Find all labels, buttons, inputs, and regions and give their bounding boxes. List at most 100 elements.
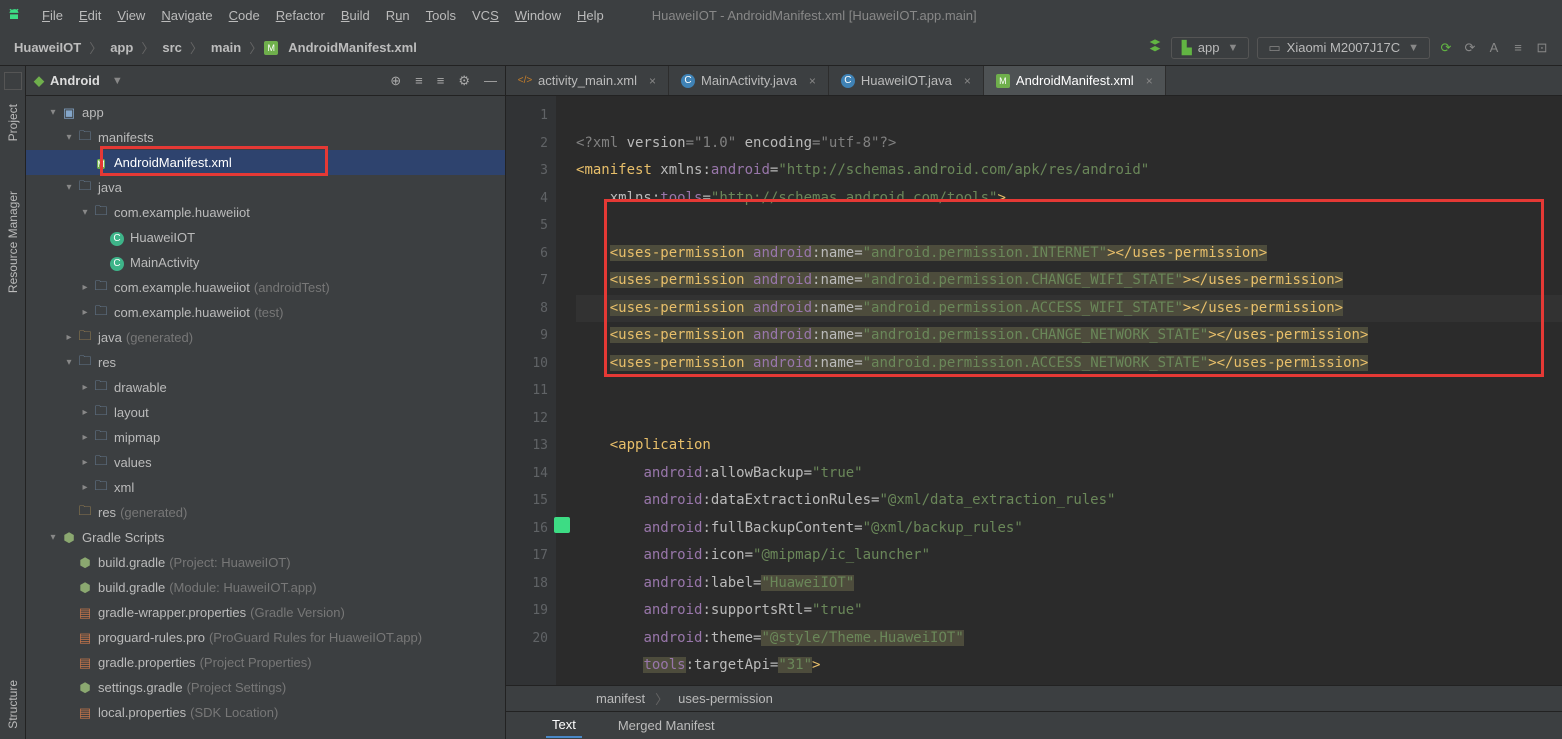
code-token: "@xml/data_extraction_rules": [879, 492, 1115, 508]
menu-build[interactable]: Build: [333, 4, 378, 27]
tree-node-class-mainactivity[interactable]: CMainActivity: [26, 250, 505, 275]
collapse-all-icon[interactable]: ≡: [437, 73, 445, 89]
hide-icon[interactable]: —: [484, 73, 497, 89]
properties-file-icon: ▤: [76, 605, 94, 621]
apply-code-icon[interactable]: A: [1482, 40, 1506, 55]
code-token: name: [820, 272, 854, 288]
sub-tab-text[interactable]: Text: [546, 713, 582, 738]
close-tab-icon[interactable]: ×: [1146, 74, 1153, 88]
tree-node-manifests[interactable]: ▾🗀manifests: [26, 125, 505, 150]
tree-node-package-test[interactable]: ▸🗀com.example.huaweiiot(test): [26, 300, 505, 325]
tree-node-gradle-scripts[interactable]: ▾⬢Gradle Scripts: [26, 525, 505, 550]
code-token: ></uses-permission>: [1183, 300, 1343, 316]
menu-refactor[interactable]: Refactor: [268, 4, 333, 27]
breadcrumb-item[interactable]: uses-permission: [678, 691, 773, 706]
code-token: android: [643, 520, 702, 536]
tree-node-settings-gradle[interactable]: ⬢settings.gradle(Project Settings): [26, 675, 505, 700]
tree-node-values[interactable]: ▸🗀values: [26, 450, 505, 475]
tree-label: proguard-rules.pro: [98, 630, 205, 645]
breadcrumb-item[interactable]: manifest: [596, 691, 645, 706]
tree-node-local-properties[interactable]: ▤local.properties(SDK Location): [26, 700, 505, 725]
menu-tools[interactable]: Tools: [418, 4, 464, 27]
tree-node-gradle-wrapper[interactable]: ▤gradle-wrapper.properties(Gradle Versio…: [26, 600, 505, 625]
close-tab-icon[interactable]: ×: [809, 74, 816, 88]
menu-edit[interactable]: Edit: [71, 4, 109, 27]
menu-vcs[interactable]: VCS: [464, 4, 507, 27]
java-file-icon: C: [841, 74, 855, 88]
tree-node-mipmap[interactable]: ▸🗀mipmap: [26, 425, 505, 450]
resource-manager-tab[interactable]: Resource Manager: [3, 181, 23, 303]
tree-node-gradle-properties[interactable]: ▤gradle.properties(Project Properties): [26, 650, 505, 675]
code-token: xmlns:: [610, 190, 661, 206]
apply-changes-icon[interactable]: ⟳: [1458, 40, 1482, 56]
crumb-app[interactable]: app: [104, 38, 139, 57]
run-button-icon[interactable]: ⟳: [1434, 40, 1458, 56]
tree-node-xml[interactable]: ▸🗀xml: [26, 475, 505, 500]
menu-window[interactable]: Window: [507, 4, 569, 27]
project-tool-tab[interactable]: Project: [3, 94, 23, 151]
tree-node-layout[interactable]: ▸🗀layout: [26, 400, 505, 425]
close-tab-icon[interactable]: ×: [964, 74, 971, 88]
menu-run[interactable]: Run: [378, 4, 418, 27]
properties-file-icon: ▤: [76, 705, 94, 721]
device-selector[interactable]: ▭ Xiaomi M2007J17C ▼: [1257, 37, 1430, 59]
folder-icon: 🗀: [92, 427, 110, 449]
tree-node-manifest-file[interactable]: MAndroidManifest.xml: [26, 150, 505, 175]
folder-icon: 🗀: [76, 352, 94, 374]
code-area[interactable]: <?xml version="1.0" encoding="utf-8"?> <…: [556, 96, 1562, 685]
folder-icon: 🗀: [92, 452, 110, 474]
expand-all-icon[interactable]: ≡: [415, 73, 423, 89]
device-name: Xiaomi M2007J17C: [1287, 40, 1400, 55]
tree-label: java: [98, 330, 122, 345]
tree-node-java[interactable]: ▾🗀java: [26, 175, 505, 200]
tree-node-package-androidtest[interactable]: ▸🗀com.example.huaweiiot(androidTest): [26, 275, 505, 300]
make-project-icon[interactable]: [1143, 38, 1167, 57]
menu-navigate[interactable]: Navigate: [153, 4, 220, 27]
tree-node-res-generated[interactable]: 🗀res(generated): [26, 500, 505, 525]
crumb-project[interactable]: HuaweiIOT: [8, 38, 87, 57]
crumb-src[interactable]: src: [156, 38, 188, 57]
project-tool-icon[interactable]: [4, 72, 22, 90]
tree-node-build-gradle-project[interactable]: ⬢build.gradle(Project: HuaweiIOT): [26, 550, 505, 575]
menu-view[interactable]: View: [109, 4, 153, 27]
tree-label-suffix: (androidTest): [254, 280, 330, 295]
editor-tab-manifest[interactable]: MAndroidManifest.xml×: [984, 66, 1166, 95]
project-view-selector[interactable]: ◆ Android ▼: [34, 73, 123, 89]
tree-node-res[interactable]: ▾🗀res: [26, 350, 505, 375]
crumb-file[interactable]: M AndroidManifest.xml: [264, 38, 423, 57]
tree-node-build-gradle-module[interactable]: ⬢build.gradle(Module: HuaweiIOT.app): [26, 575, 505, 600]
menu-code[interactable]: Code: [221, 4, 268, 27]
code-token: :theme=: [702, 630, 761, 646]
editor-body[interactable]: 1234567891011121314151617181920 <?xml ve…: [506, 96, 1562, 685]
generated-folder-icon: 🗀: [76, 502, 94, 524]
close-tab-icon[interactable]: ×: [649, 74, 656, 88]
code-token: :dataExtractionRules=: [702, 492, 879, 508]
code-token: "true": [812, 602, 863, 618]
tree-node-class-huaweiiot[interactable]: CHuaweiIOT: [26, 225, 505, 250]
debug-icon[interactable]: ≡: [1506, 40, 1530, 55]
tree-node-drawable[interactable]: ▸🗀drawable: [26, 375, 505, 400]
menu-help[interactable]: Help: [569, 4, 612, 27]
settings-icon[interactable]: ⚙: [458, 73, 470, 89]
profile-icon[interactable]: ⊡: [1530, 40, 1554, 56]
tree-node-package[interactable]: ▾🗀com.example.huaweiiot: [26, 200, 505, 225]
tree-node-app[interactable]: ▾▣app: [26, 100, 505, 125]
structure-tool-tab[interactable]: Structure: [3, 670, 23, 739]
tree-node-java-generated[interactable]: ▸🗀java(generated): [26, 325, 505, 350]
app-logo-icon: [6, 7, 22, 23]
crumb-main[interactable]: main: [205, 38, 247, 57]
run-config-selector[interactable]: ▙ app ▼: [1171, 37, 1250, 59]
tree-label: build.gradle: [98, 555, 165, 570]
tree-node-proguard[interactable]: ▤proguard-rules.pro(ProGuard Rules for H…: [26, 625, 505, 650]
project-view-header: ◆ Android ▼ ⊕ ≡ ≡ ⚙ —: [26, 66, 505, 96]
select-opened-file-icon[interactable]: ⊕: [390, 73, 401, 89]
menu-file[interactable]: FFileile: [34, 4, 71, 27]
editor-tab-mainactivity[interactable]: CMainActivity.java×: [669, 66, 829, 95]
code-token: :label=: [702, 575, 761, 591]
app-icon-gutter-marker[interactable]: [554, 517, 570, 533]
editor-tab-activity-main[interactable]: </>activity_main.xml×: [506, 66, 669, 95]
sub-tab-merged-manifest[interactable]: Merged Manifest: [612, 714, 721, 737]
code-token: android: [643, 492, 702, 508]
tree-label-suffix: (generated): [126, 330, 193, 345]
editor-tab-huaweiiot[interactable]: CHuaweiIOT.java×: [829, 66, 984, 95]
